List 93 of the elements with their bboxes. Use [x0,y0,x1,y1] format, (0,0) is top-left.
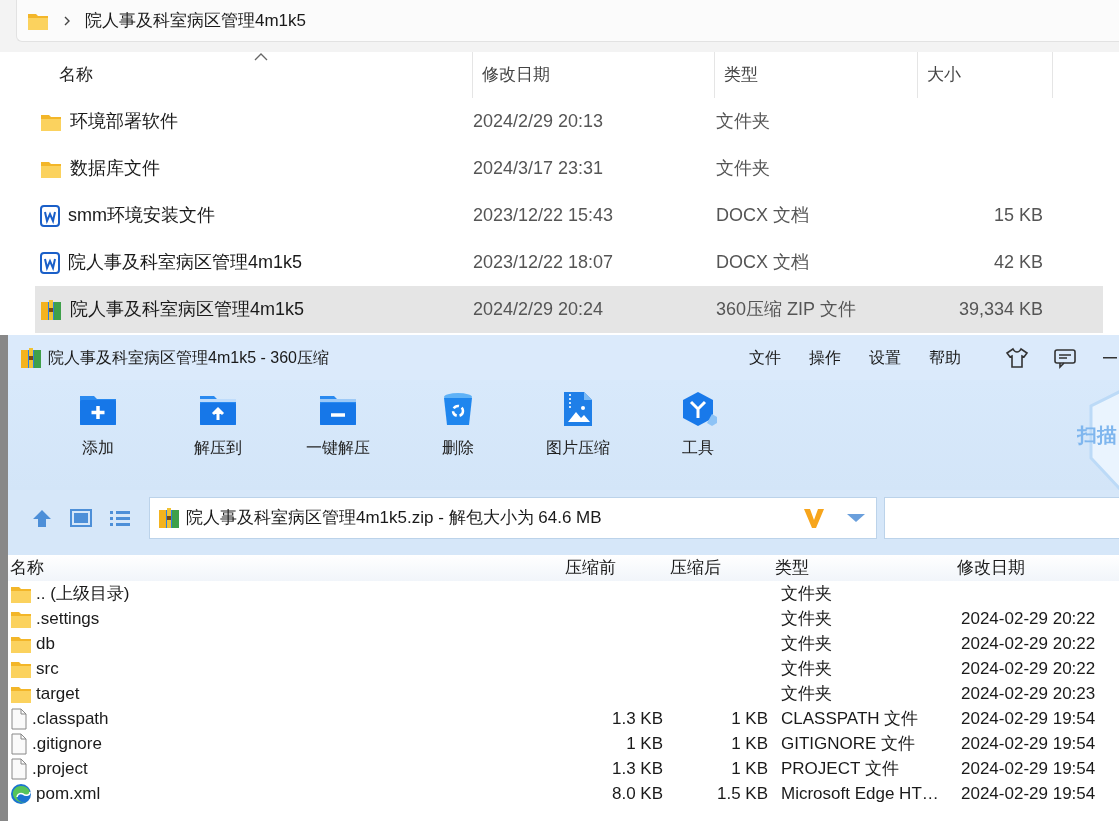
entry-date: 2024-02-29 19:54 [961,708,1096,730]
file-row[interactable]: smm环境安装文件 2023/12/22 15:43 DOCX 文档 15 KB [35,192,1119,239]
file-size: 15 KB [993,204,1043,227]
toolbar-button[interactable]: 一键解压 [278,380,398,461]
word-document-icon [40,204,60,227]
entry-type: CLASSPATH 文件 [781,708,919,730]
list-view-icon [108,508,131,527]
entry-type: 文件夹 [781,608,832,630]
entry-type: Microsoft Edge HT… [781,783,939,805]
toolbar-button[interactable]: 添加 [38,380,158,461]
archive-icon [40,298,62,321]
file-row[interactable]: 院人事及科室病区管理4m1k5 2023/12/22 18:07 DOCX 文档 42 KB [35,239,1119,286]
column-header[interactable]: 类型 [768,555,955,581]
original-size: 1 KB [626,733,663,755]
shirt-icon [1005,346,1029,369]
minimize-icon [1103,355,1119,360]
file-size: 39,334 KB [958,298,1043,321]
file-size: 42 KB [993,251,1043,274]
dropdown-caret-icon [846,512,866,523]
archive-icon [158,506,180,529]
entry-date: 2024-02-29 19:54 [961,783,1096,805]
entry-name[interactable]: pom.xml [36,781,101,807]
entry-date: 2024-02-29 20:22 [961,658,1096,680]
entry-name[interactable]: .classpath [32,706,109,732]
file-type: DOCX 文档 [716,204,809,227]
original-size: 8.0 KB [611,783,663,805]
archive-icon [20,346,42,369]
file-date: 2024/3/17 23:31 [473,157,604,180]
entry-date: 2024-02-29 19:54 [961,733,1096,755]
file-date: 2024/2/29 20:13 [473,110,604,133]
file-name: 数据库文件 [70,157,160,180]
entry-date: 2024-02-29 20:23 [961,683,1096,705]
compressed-size: 1 KB [731,733,768,755]
compressed-size: 1 KB [731,758,768,780]
entry-date: 2024-02-29 20:22 [961,633,1096,655]
search-field[interactable] [884,496,1119,539]
entry-type: 文件夹 [781,683,832,705]
toolbar-button[interactable]: 解压到 [158,380,278,461]
entry-name[interactable]: .project [32,756,88,782]
file-date: 2023/12/22 15:43 [473,204,614,227]
breadcrumb-item[interactable]: 院人事及科室病区管理4m1k5 [85,7,307,34]
address-field[interactable]: 院人事及科室病区管理4m1k5.zip - 解包大小为 64.6 MB [149,496,877,539]
entry-name[interactable]: .settings [36,606,100,632]
column-header[interactable]: 压缩前 [563,555,663,581]
file-name: smm环境安装文件 [68,204,215,227]
chevron-icon [63,14,71,27]
column-header[interactable]: 修改日期 [955,555,1119,581]
toolbar-button[interactable]: 图片压缩 [518,380,638,461]
entry-type: 文件夹 [781,633,832,655]
column-header[interactable]: 压缩后 [663,555,768,581]
selected-file-row[interactable]: 院人事及科室病区管理4m1k5 2024/2/29 20:24 360压缩 ZIP 文件 39,334 KB [35,286,1103,333]
menu-item[interactable]: 帮助 [915,345,975,370]
entry-type: 文件夹 [781,658,832,680]
message-icon [1053,346,1077,369]
menu-item[interactable]: 操作 [795,345,855,370]
entry-type: PROJECT 文件 [781,758,899,780]
menu-item[interactable]: 文件 [735,345,795,370]
file-type: 文件夹 [716,110,770,133]
v-logo-icon [802,506,826,529]
file-row[interactable]: 环境部署软件 2024/2/29 20:13 文件夹 [35,98,1119,145]
column-header[interactable]: 名称 [0,52,473,98]
original-size: 1.3 KB [611,708,663,730]
file-date: 2023/12/22 18:07 [473,251,614,274]
toolbar-button[interactable]: 删除 [398,380,518,461]
file-type: 360压缩 ZIP 文件 [716,298,856,321]
entry-name[interactable]: .. (上级目录) [36,581,130,607]
entry-name[interactable]: target [36,681,80,707]
column-header[interactable]: 大小 [918,52,1053,98]
menu-item[interactable]: 设置 [855,345,915,370]
original-size: 1.3 KB [611,758,663,780]
word-document-icon [40,251,60,274]
window-title: 院人事及科室病区管理4m1k5 - 360压缩 [48,347,329,368]
entry-type: GITIGNORE 文件 [781,733,916,755]
entry-name[interactable]: src [36,656,59,682]
file-name: 院人事及科室病区管理4m1k5 [68,251,303,274]
entry-name[interactable]: db [36,631,55,657]
entry-name[interactable]: .gitignore [32,731,102,757]
entry-date: 2024-02-29 20:22 [961,608,1096,630]
file-type: 文件夹 [716,157,770,180]
toolbar-button[interactable]: 工具 [638,380,758,461]
entry-date: 2024-02-29 19:54 [961,758,1096,780]
compressed-size: 1.5 KB [716,783,768,805]
file-name: 院人事及科室病区管理4m1k5 [70,298,305,321]
column-header[interactable]: 修改日期 [473,52,715,98]
compressed-size: 1 KB [731,708,768,730]
entry-type: 文件夹 [781,583,832,605]
column-header[interactable]: 名称 [8,555,563,581]
file-date: 2024/2/29 20:24 [473,298,604,321]
file-row[interactable]: 数据库文件 2024/3/17 23:31 文件夹 [35,145,1119,192]
file-name: 环境部署软件 [70,110,178,133]
column-header[interactable]: 类型 [715,52,918,98]
file-type: DOCX 文档 [716,251,809,274]
panel-view-icon [69,508,92,527]
